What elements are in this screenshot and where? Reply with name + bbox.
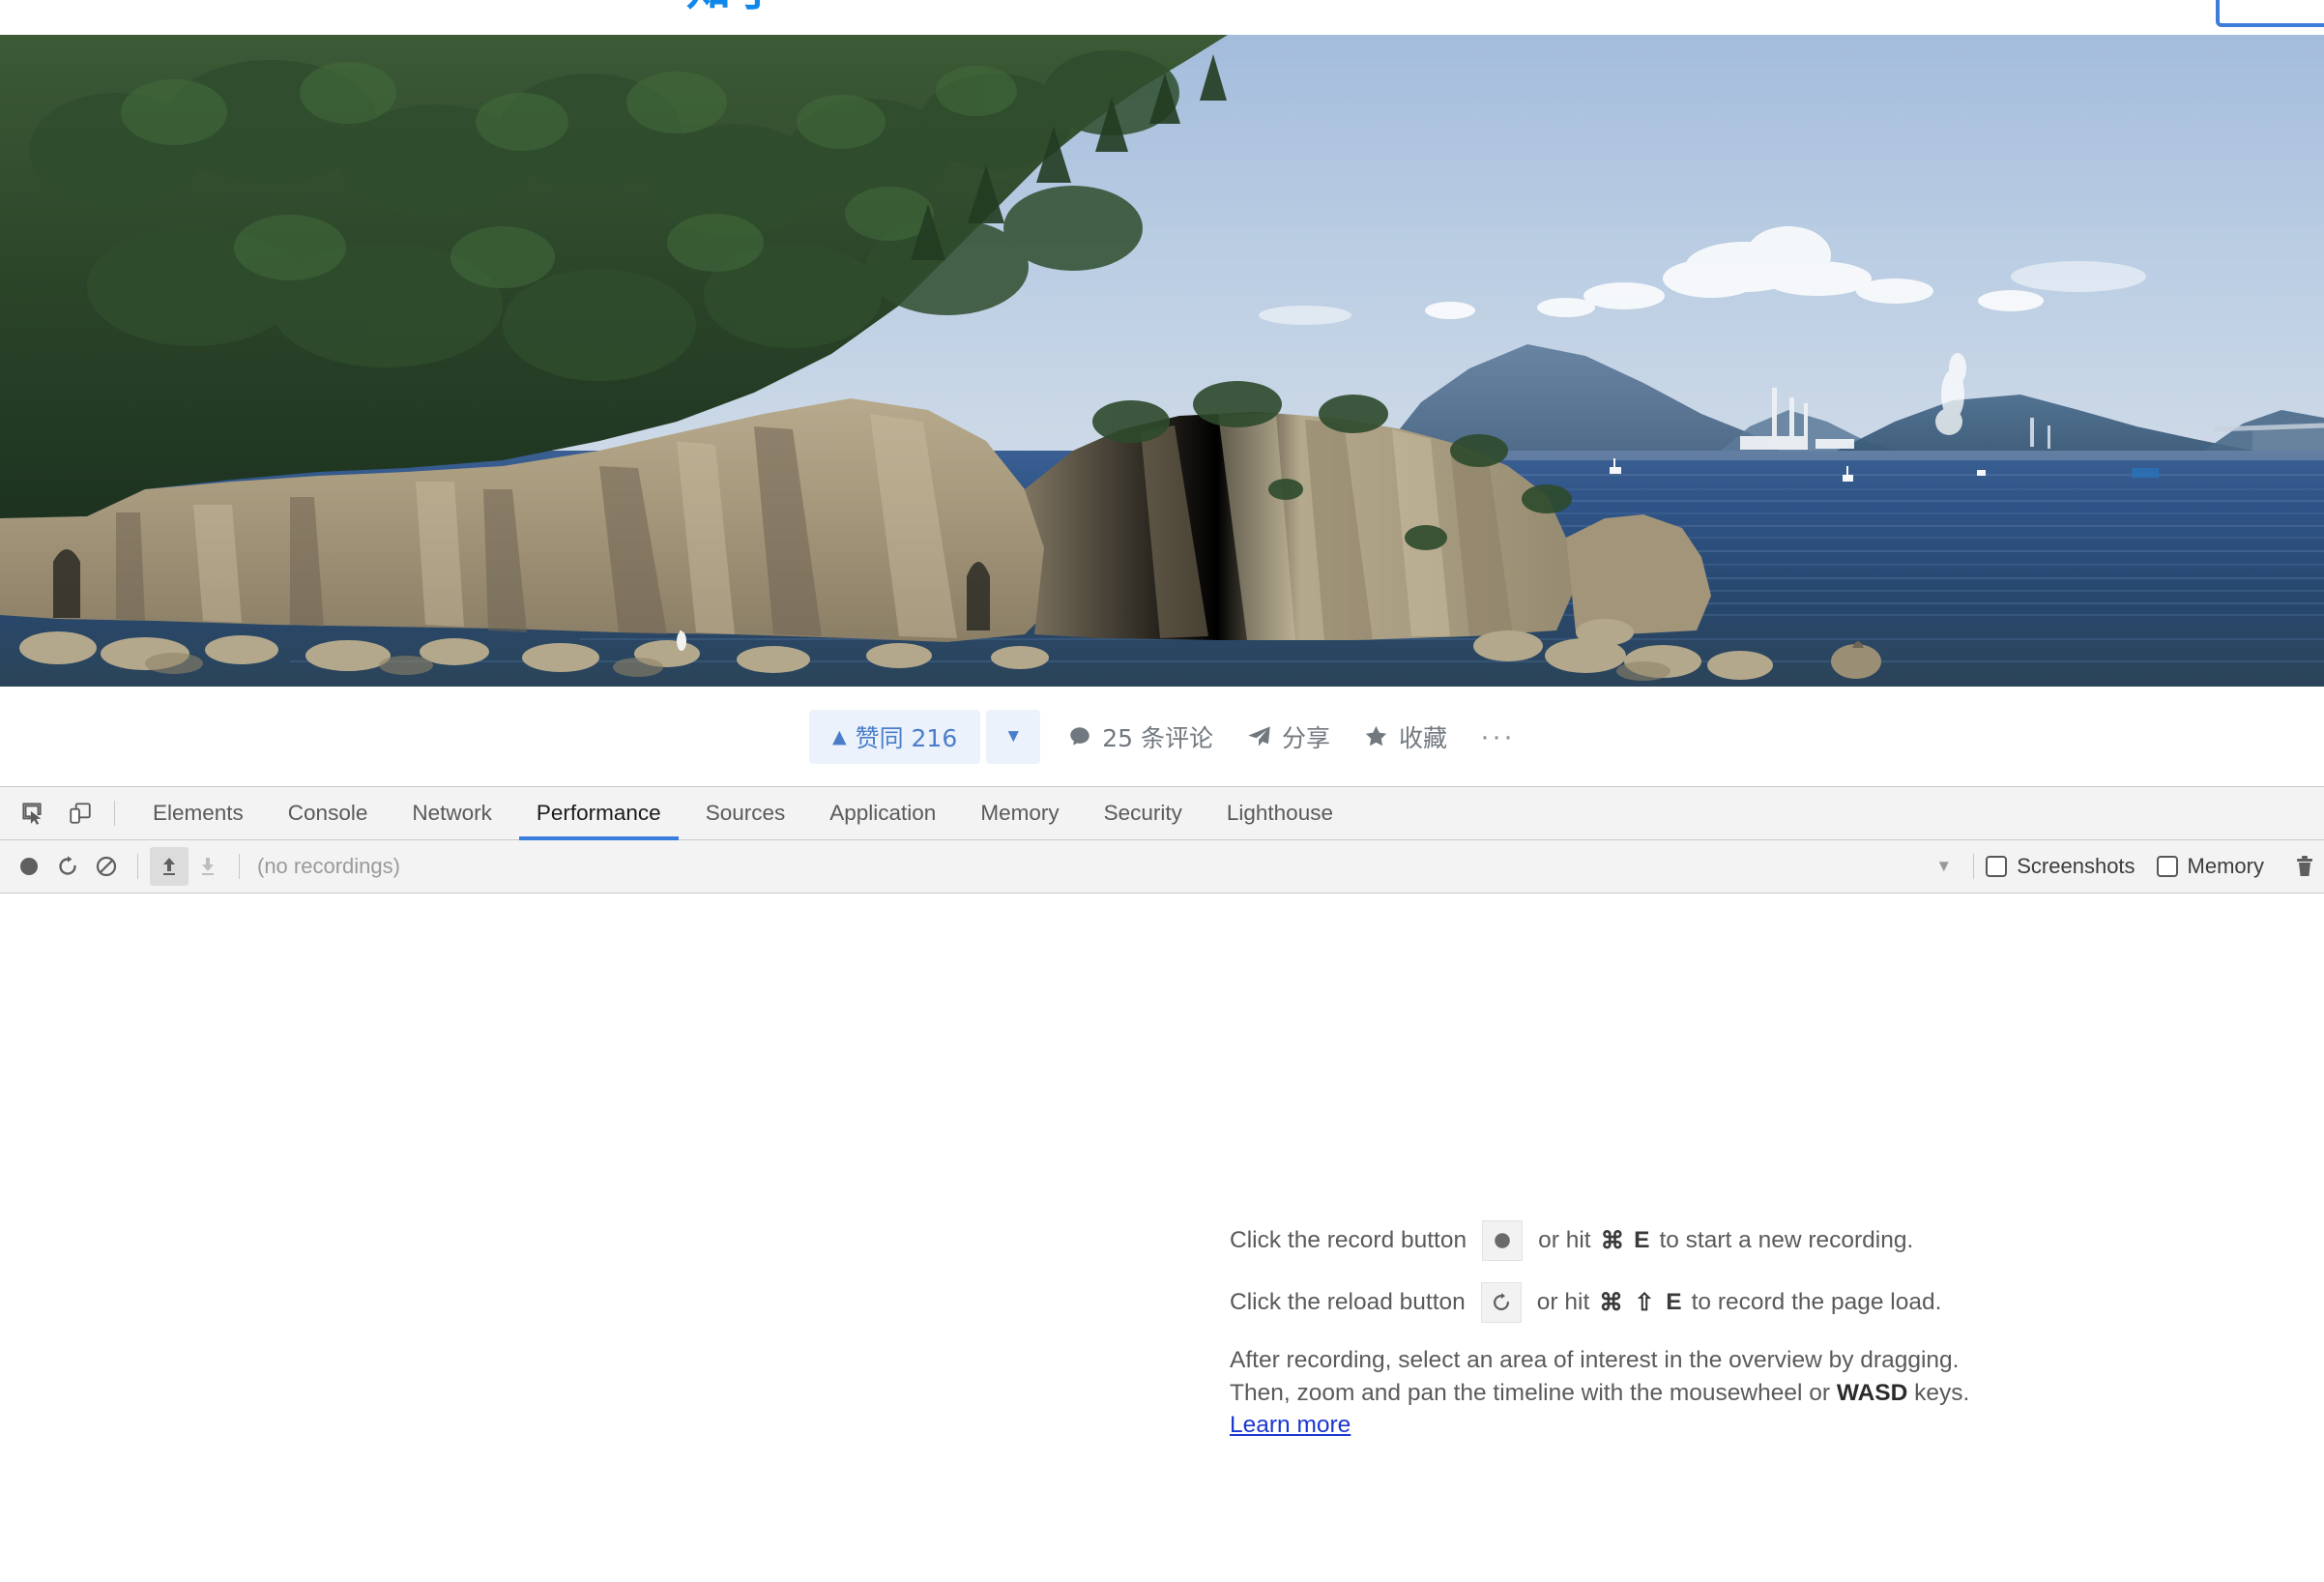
comment-label: 25 条评论 <box>1102 719 1213 754</box>
chevron-down-icon[interactable]: ▼ <box>1935 857 1952 876</box>
site-header: 知乎 <box>0 0 2324 35</box>
key-command: ⌘ <box>1599 1288 1623 1317</box>
paper-plane-icon <box>1246 723 1272 749</box>
tab-sources[interactable]: Sources <box>683 787 808 839</box>
learn-more-link[interactable]: Learn more <box>1230 1412 1351 1439</box>
collect-garbage-button[interactable] <box>2285 847 2324 886</box>
tab-elements[interactable]: Elements <box>131 787 266 839</box>
triangle-up-icon: ▲ <box>832 728 847 747</box>
performance-empty-state: Click the record button or hit ⌘ E to st… <box>1230 1220 1969 1439</box>
reload-and-record-button[interactable] <box>48 847 87 886</box>
checkbox-box <box>1986 856 2007 877</box>
upvote-button[interactable]: ▲ 赞同 216 <box>809 710 980 764</box>
tab-performance[interactable]: Performance <box>514 787 683 839</box>
favorite-label: 收藏 <box>1399 719 1447 754</box>
coastal-landscape-illustration <box>0 35 2324 687</box>
paragraph-line-2: Then, zoom and pan the timeline with the… <box>1230 1377 1969 1410</box>
upvote-label: 赞同 216 <box>856 719 958 754</box>
answer-hero-image <box>0 35 2324 687</box>
more-options-button[interactable]: ··· <box>1480 728 1515 746</box>
record-circle-icon <box>1492 1230 1513 1251</box>
performance-empty-panel <box>0 894 2324 1582</box>
devtools-tabs: Elements Console Network Performance Sou… <box>131 787 1355 839</box>
star-icon <box>1363 723 1389 749</box>
key-command: ⌘ <box>1601 1226 1625 1255</box>
reload-line-mid: or hit <box>1537 1289 1589 1316</box>
key-e: E <box>1634 1227 1649 1254</box>
tab-lighthouse[interactable]: Lighthouse <box>1205 787 1355 839</box>
reload-button-illustration <box>1481 1282 1522 1323</box>
recordings-select-value[interactable]: (no recordings) <box>257 854 400 879</box>
save-profile-button[interactable] <box>189 847 227 886</box>
toolbar-divider <box>114 801 115 826</box>
share-label: 分享 <box>1282 719 1330 754</box>
device-toolbar-icon[interactable] <box>62 795 99 832</box>
comment-bubble-icon <box>1067 724 1092 749</box>
reload-line-prefix: Click the reload button <box>1230 1289 1466 1316</box>
toolbar-divider <box>239 854 240 879</box>
inspect-element-icon[interactable] <box>14 795 50 832</box>
empty-state-reload-line: Click the reload button or hit ⌘ ⇧ E to … <box>1230 1282 1969 1323</box>
checkbox-box <box>2157 856 2178 877</box>
record-line-mid: or hit <box>1538 1227 1590 1254</box>
toolbar-divider <box>137 854 138 879</box>
memory-label: Memory <box>2188 854 2264 879</box>
memory-checkbox[interactable]: Memory <box>2157 854 2264 879</box>
favorite-button[interactable]: 收藏 <box>1363 719 1447 754</box>
record-line-suffix: to start a new recording. <box>1659 1227 1913 1254</box>
triangle-down-icon: ▼ <box>1004 726 1023 747</box>
web-page-content: 知乎 <box>0 0 2324 786</box>
clear-button[interactable] <box>87 847 126 886</box>
share-button[interactable]: 分享 <box>1246 719 1330 754</box>
key-shift: ⇧ <box>1635 1288 1655 1317</box>
wasd-keys: WASD <box>1837 1380 1908 1406</box>
downvote-button[interactable]: ▼ <box>986 710 1040 764</box>
answer-action-bar: ▲ 赞同 216 ▼ 25 条评论 分享 <box>0 687 2324 786</box>
paragraph-line-1: After recording, select an area of inter… <box>1230 1344 1969 1377</box>
devtools-panel: Elements Console Network Performance Sou… <box>0 786 2324 1582</box>
load-profile-button[interactable] <box>150 847 189 886</box>
key-e: E <box>1666 1289 1681 1316</box>
record-line-prefix: Click the record button <box>1230 1227 1467 1254</box>
reload-icon <box>1491 1292 1512 1313</box>
tab-application[interactable]: Application <box>807 787 958 839</box>
devtools-tab-bar: Elements Console Network Performance Sou… <box>0 787 2324 840</box>
zhihu-logo[interactable]: 知乎 <box>686 0 783 12</box>
tab-security[interactable]: Security <box>1082 787 1205 839</box>
reload-line-suffix: to record the page load. <box>1692 1289 1942 1316</box>
comment-button[interactable]: 25 条评论 <box>1067 719 1213 754</box>
screenshots-label: Screenshots <box>2017 854 2135 879</box>
login-button-outline[interactable] <box>2216 0 2324 27</box>
record-button[interactable] <box>10 847 48 886</box>
record-button-illustration <box>1482 1220 1523 1261</box>
tab-memory[interactable]: Memory <box>958 787 1081 839</box>
tab-network[interactable]: Network <box>390 787 514 839</box>
empty-state-record-line: Click the record button or hit ⌘ E to st… <box>1230 1220 1969 1261</box>
paragraph-line-2-a: Then, zoom and pan the timeline with the… <box>1230 1380 1830 1406</box>
tab-console[interactable]: Console <box>266 787 391 839</box>
paragraph-line-2-b: keys. <box>1914 1380 1969 1406</box>
screenshots-checkbox[interactable]: Screenshots <box>1986 854 2135 879</box>
empty-state-paragraph: After recording, select an area of inter… <box>1230 1344 1969 1410</box>
performance-toolbar: (no recordings) ▼ Screenshots Memory <box>0 840 2324 894</box>
toolbar-divider <box>1973 854 1974 879</box>
